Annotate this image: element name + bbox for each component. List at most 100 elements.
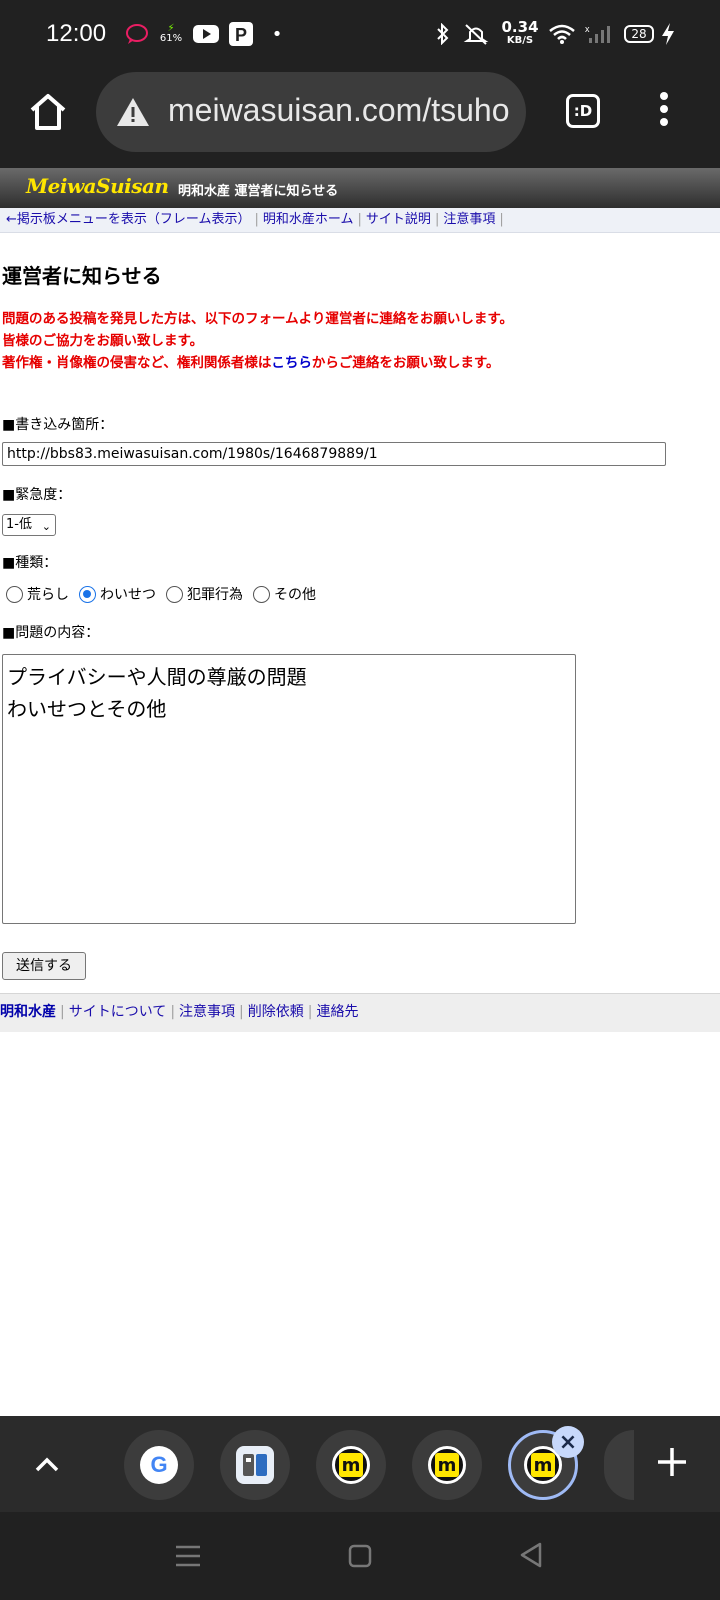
notice-line-3-text: 著作権・肖像権の侵害など、権利関係者様は <box>2 355 272 371</box>
tab-switcher-button[interactable]: :D <box>566 94 600 128</box>
menu-dot <box>660 118 668 126</box>
home-button[interactable] <box>24 88 72 136</box>
favicon-letter: m <box>339 1453 363 1477</box>
google-letter: G <box>150 1452 168 1477</box>
menu-dot <box>660 105 668 113</box>
status-time: 12:00 <box>46 20 107 47</box>
urgency-select[interactable]: 1-低 ⌄ <box>2 514 56 536</box>
dot-icon: • <box>271 23 283 45</box>
wifi-icon <box>548 18 576 50</box>
url-bar[interactable]: meiwasuisan.com/tsuho <box>96 72 526 152</box>
site-footer: 明和水産 | サイトについて | 注意事項 | 削除依頼 | 連絡先 <box>0 993 720 1032</box>
content-label: ■問題の内容： <box>2 625 100 641</box>
recent-apps-icon[interactable] <box>174 1542 202 1570</box>
tab-strip: G m m m × <box>0 1416 720 1512</box>
site-nav: ←掲示板メニューを表示（フレーム表示） | 明和水産ホーム | サイト説明 | 注意事項 | <box>0 208 720 233</box>
mute-icon <box>462 18 490 50</box>
status-bar: 12:00 ⚡ 61% P • 0.34 KB/S x 28 <box>0 0 720 70</box>
bluetooth-icon <box>432 18 454 50</box>
footer-separator: | <box>60 1004 65 1020</box>
home-nav-icon[interactable] <box>346 1542 374 1570</box>
svg-text:x: x <box>585 24 590 34</box>
radio-label: その他 <box>274 587 316 603</box>
nav-separator: | <box>254 212 259 227</box>
site-header-title: 明和水産 運営者に知らせる <box>178 184 339 199</box>
url-text: meiwasuisan.com/tsuho <box>168 92 510 128</box>
notice-line-3: 著作権・肖像権の侵害など、権利関係者様はこちらからご連絡をお願い致します。 <box>2 352 513 374</box>
type-option-trolling[interactable]: 荒らし <box>6 584 69 604</box>
footer-link-about[interactable]: サイトについて <box>69 1004 167 1020</box>
app-icon <box>236 1446 274 1484</box>
close-tab-icon[interactable]: × <box>552 1426 584 1458</box>
home-icon <box>30 94 66 130</box>
nav-link-notes[interactable]: 注意事項 <box>443 212 495 227</box>
favicon-letter: m <box>435 1453 459 1477</box>
tab-meiwasuisan-2[interactable]: m <box>412 1430 482 1500</box>
nav-separator: | <box>434 212 440 227</box>
battery-cell-text: 61% <box>159 33 183 44</box>
paypay-icon: P <box>228 18 254 50</box>
submit-button[interactable]: 送信する <box>2 952 86 980</box>
charging-icon <box>660 18 676 50</box>
tab-app[interactable] <box>220 1430 290 1500</box>
battery-saver-icon: ⚡ 61% <box>159 23 183 44</box>
footer-link-meiwasuisan[interactable]: 明和水産 <box>0 1004 56 1020</box>
google-icon: G <box>140 1446 178 1484</box>
browser-menu-button[interactable] <box>654 92 674 132</box>
location-input[interactable]: http://bbs83.meiwasuisan.com/1980s/16468… <box>2 442 666 466</box>
rights-holder-link[interactable]: こちら <box>271 355 312 371</box>
site-logo[interactable]: MeiwaSuisan <box>26 174 169 198</box>
expand-tabs-button[interactable] <box>30 1448 64 1482</box>
footer-link-deletion-request[interactable]: 削除依頼 <box>248 1004 304 1020</box>
battery-level: 28 <box>624 25 654 43</box>
location-label: ■書き込み箇所： <box>2 417 114 433</box>
tab-google[interactable]: G <box>124 1430 194 1500</box>
notice-line-3-text-end: からご連絡をお願い致します。 <box>311 355 500 371</box>
new-tab-button[interactable] <box>654 1444 690 1480</box>
nav-link-site-description[interactable]: サイト説明 <box>366 212 431 227</box>
chevron-up-icon <box>35 1457 59 1472</box>
network-speed: 0.34 KB/S <box>501 18 539 50</box>
favicon-letter: m <box>531 1453 555 1477</box>
svg-text:P: P <box>235 25 247 45</box>
footer-separator: | <box>170 1004 176 1020</box>
plus-icon <box>658 1448 686 1476</box>
battery-icon: 28 <box>622 18 656 50</box>
menu-dot <box>660 92 668 100</box>
browser-toolbar: meiwasuisan.com/tsuho :D <box>0 70 720 168</box>
footer-separator: | <box>307 1004 313 1020</box>
urgency-label: ■緊急度： <box>2 487 72 503</box>
radio-label: わいせつ <box>100 587 156 603</box>
type-option-other[interactable]: その他 <box>253 584 316 604</box>
type-option-criminal[interactable]: 犯罪行為 <box>166 584 243 604</box>
radio-label: 荒らし <box>27 587 69 603</box>
nav-link-board-menu[interactable]: ←掲示板メニューを表示（フレーム表示） <box>6 212 251 227</box>
system-nav-bar <box>0 1512 720 1600</box>
not-secure-warning-icon <box>117 98 149 126</box>
problem-content-textarea[interactable]: プライバシーや人間の尊厳の問題 わいせつとその他 <box>2 654 576 924</box>
notice-text: 問題のある投稿を発見した方は、以下のフォームより運営者に連絡をお願いします。 皆… <box>2 308 513 374</box>
notice-line-2: 皆様のご協力をお願い致します。 <box>2 333 204 349</box>
network-speed-value: 0.34 <box>501 18 539 36</box>
cell-signal-icon: x <box>584 18 612 50</box>
nav-link-home[interactable]: 明和水産ホーム <box>263 212 354 227</box>
sms-icon <box>124 18 150 50</box>
tab-partial[interactable] <box>604 1430 634 1500</box>
chevron-down-icon: ⌄ <box>41 520 51 533</box>
type-option-obscene[interactable]: わいせつ <box>79 584 156 604</box>
youtube-icon <box>192 18 220 50</box>
network-speed-unit: KB/S <box>506 35 534 46</box>
radio-button-selected[interactable] <box>79 585 96 603</box>
footer-link-contact[interactable]: 連絡先 <box>316 1004 358 1020</box>
type-radio-group: 荒らし わいせつ 犯罪行為 その他 <box>6 584 326 604</box>
radio-button[interactable] <box>6 585 23 603</box>
site-header: MeiwaSuisan 明和水産 運営者に知らせる <box>0 168 720 208</box>
nav-separator: | <box>357 212 362 227</box>
meiwasuisan-favicon-icon: m <box>428 1446 466 1484</box>
back-icon[interactable] <box>516 1540 546 1570</box>
footer-link-notes[interactable]: 注意事項 <box>179 1004 235 1020</box>
radio-button[interactable] <box>166 585 183 603</box>
tab-meiwasuisan-1[interactable]: m <box>316 1430 386 1500</box>
radio-button[interactable] <box>253 585 270 603</box>
radio-label: 犯罪行為 <box>187 587 243 603</box>
